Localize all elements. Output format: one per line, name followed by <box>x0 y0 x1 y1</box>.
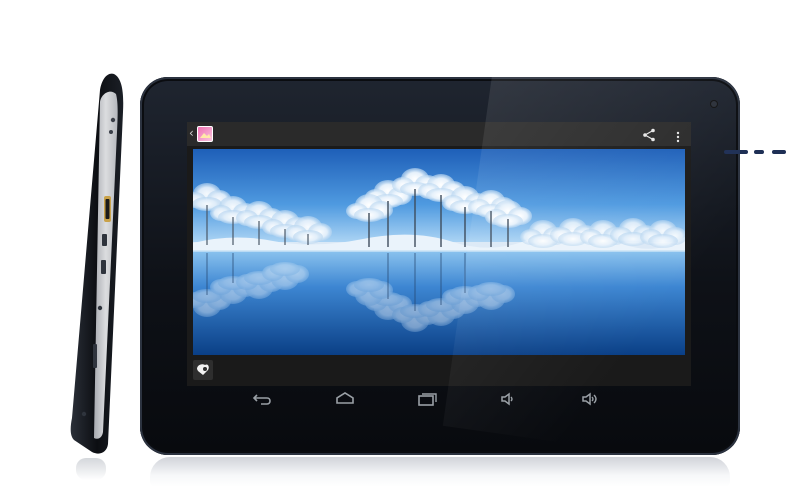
photo-editor-icon[interactable] <box>193 360 213 380</box>
dc-in-icon <box>81 411 87 417</box>
front-camera <box>711 101 717 107</box>
gallery-action-bar: ‹ <box>187 122 691 146</box>
back-icon[interactable] <box>251 390 275 408</box>
volume-down-icon[interactable] <box>497 390 521 408</box>
navigation-bar <box>187 386 691 414</box>
gallery-icon[interactable] <box>197 126 213 142</box>
overflow-menu-icon[interactable] <box>676 128 680 143</box>
top-edge-buttons <box>724 150 800 156</box>
volume-up-icon[interactable] <box>579 390 603 408</box>
power-button-icon[interactable] <box>110 117 116 123</box>
landscape-photo <box>187 149 687 355</box>
tablet-device: ‹ <box>140 77 786 455</box>
share-icon[interactable] <box>642 127 656 142</box>
power-key[interactable] <box>754 150 764 154</box>
tablet-side-profile <box>70 72 126 457</box>
headphone-jack-icon <box>97 305 103 311</box>
side-reflection <box>76 458 106 480</box>
home-icon[interactable] <box>333 390 357 408</box>
tablet-screen: ‹ <box>187 122 691 386</box>
product-photo: ‹ <box>0 0 800 500</box>
card-slot-icon <box>93 344 97 368</box>
volume-rocker[interactable] <box>724 150 748 154</box>
recent-apps-icon[interactable] <box>415 390 439 408</box>
tablet-reflection <box>150 457 730 487</box>
back-caret[interactable]: ‹ <box>189 126 194 140</box>
usb-port-icon <box>102 234 107 246</box>
back-key[interactable] <box>772 150 786 154</box>
